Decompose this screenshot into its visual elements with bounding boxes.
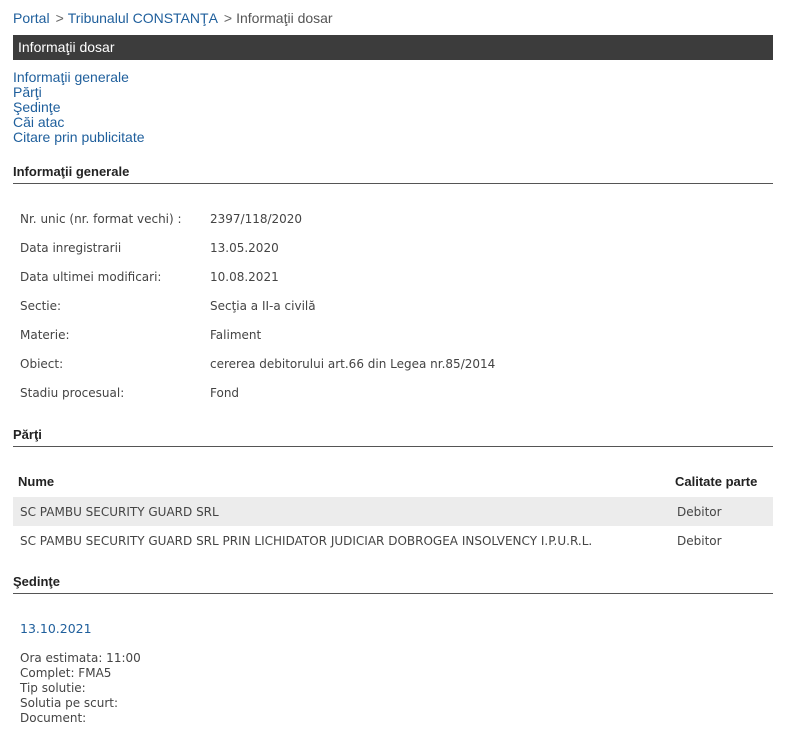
column-header-name: Nume [18, 474, 55, 489]
breadcrumb: Portal > Tribunalul CONSTANŢA > Informaţii d… [13, 10, 333, 26]
info-value: 10.08.2021 [210, 269, 279, 284]
table-row: SC PAMBU SECURITY GUARD SRL Debitor [13, 497, 773, 526]
info-value: Fond [210, 385, 240, 400]
party-role: Debitor [677, 505, 722, 519]
info-row: Sectie: Secţia a II-a civilă [20, 291, 495, 320]
link-sedinte[interactable]: Şedinţe [13, 100, 145, 115]
breadcrumb-link-portal[interactable]: Portal [13, 10, 50, 26]
hearing-solution-type: Tip solutie: [20, 681, 86, 695]
party-name: SC PAMBU SECURITY GUARD SRL [20, 505, 219, 519]
info-row: Nr. unic (nr. format vechi) : 2397/118/20… [20, 204, 495, 233]
general-info-table: Nr. unic (nr. format vechi) : 2397/118/20… [20, 204, 495, 407]
info-value: Secţia a II-a civilă [210, 298, 316, 313]
page-title: Informaţii dosar [13, 35, 773, 60]
info-row: Materie: Faliment [20, 320, 495, 349]
info-label: Obiect: [20, 356, 64, 371]
info-label: Stadiu procesual: [20, 385, 125, 400]
link-informatii-generale[interactable]: Informaţii generale [13, 70, 145, 85]
section-links: Informaţii generale Părţi Şedinţe Căi at… [13, 70, 145, 145]
section-title-general: Informaţii generale [13, 164, 773, 184]
link-parti[interactable]: Părţi [13, 85, 145, 100]
info-label: Data ultimei modificari: [20, 269, 162, 284]
link-cai-atac[interactable]: Căi atac [13, 115, 145, 130]
breadcrumb-current: Informaţii dosar [236, 10, 333, 26]
hearing-details: Ora estimata: 11:00 Complet: FMA5 Tip so… [20, 651, 141, 726]
info-label: Materie: [20, 327, 70, 342]
hearing-time: Ora estimata: 11:00 [20, 651, 141, 665]
link-citare-publicitate[interactable]: Citare prin publicitate [13, 130, 145, 145]
breadcrumb-separator: > [223, 10, 233, 26]
hearing-solution-summary: Solutia pe scurt: [20, 696, 119, 710]
info-row: Obiect: cererea debitorului art.66 din Le… [20, 349, 495, 378]
party-role: Debitor [677, 534, 722, 548]
parti-table-header: Nume Calitate parte [13, 470, 773, 492]
info-value: cererea debitorului art.66 din Legea nr.… [210, 356, 496, 371]
hearing-panel: Complet: FMA5 [20, 666, 112, 680]
party-name: SC PAMBU SECURITY GUARD SRL PRIN LICHIDA… [20, 534, 593, 548]
hearing-document: Document: [20, 711, 87, 725]
parti-table: SC PAMBU SECURITY GUARD SRL Debitor SC P… [13, 497, 773, 555]
info-value: 2397/118/2020 [210, 211, 303, 226]
info-label: Sectie: [20, 298, 62, 313]
column-header-role: Calitate parte [675, 474, 758, 489]
breadcrumb-link-tribunal[interactable]: Tribunalul CONSTANŢA [68, 10, 218, 26]
breadcrumb-separator: > [55, 10, 64, 26]
info-row: Stadiu procesual: Fond [20, 378, 495, 407]
info-value: Faliment [210, 327, 262, 342]
hearing-date: 13.10.2021 [20, 621, 92, 636]
info-row: Data ultimei modificari: 10.08.2021 [20, 262, 495, 291]
info-value: 13.05.2020 [210, 240, 279, 255]
table-row: SC PAMBU SECURITY GUARD SRL PRIN LICHIDA… [13, 526, 773, 555]
section-title-sedinte: Şedinţe [13, 574, 773, 594]
info-row: Data inregistrarii 13.05.2020 [20, 233, 495, 262]
section-title-parti: Părţi [13, 427, 773, 447]
info-label: Nr. unic (nr. format vechi) : [20, 211, 182, 226]
info-label: Data inregistrarii [20, 240, 122, 255]
